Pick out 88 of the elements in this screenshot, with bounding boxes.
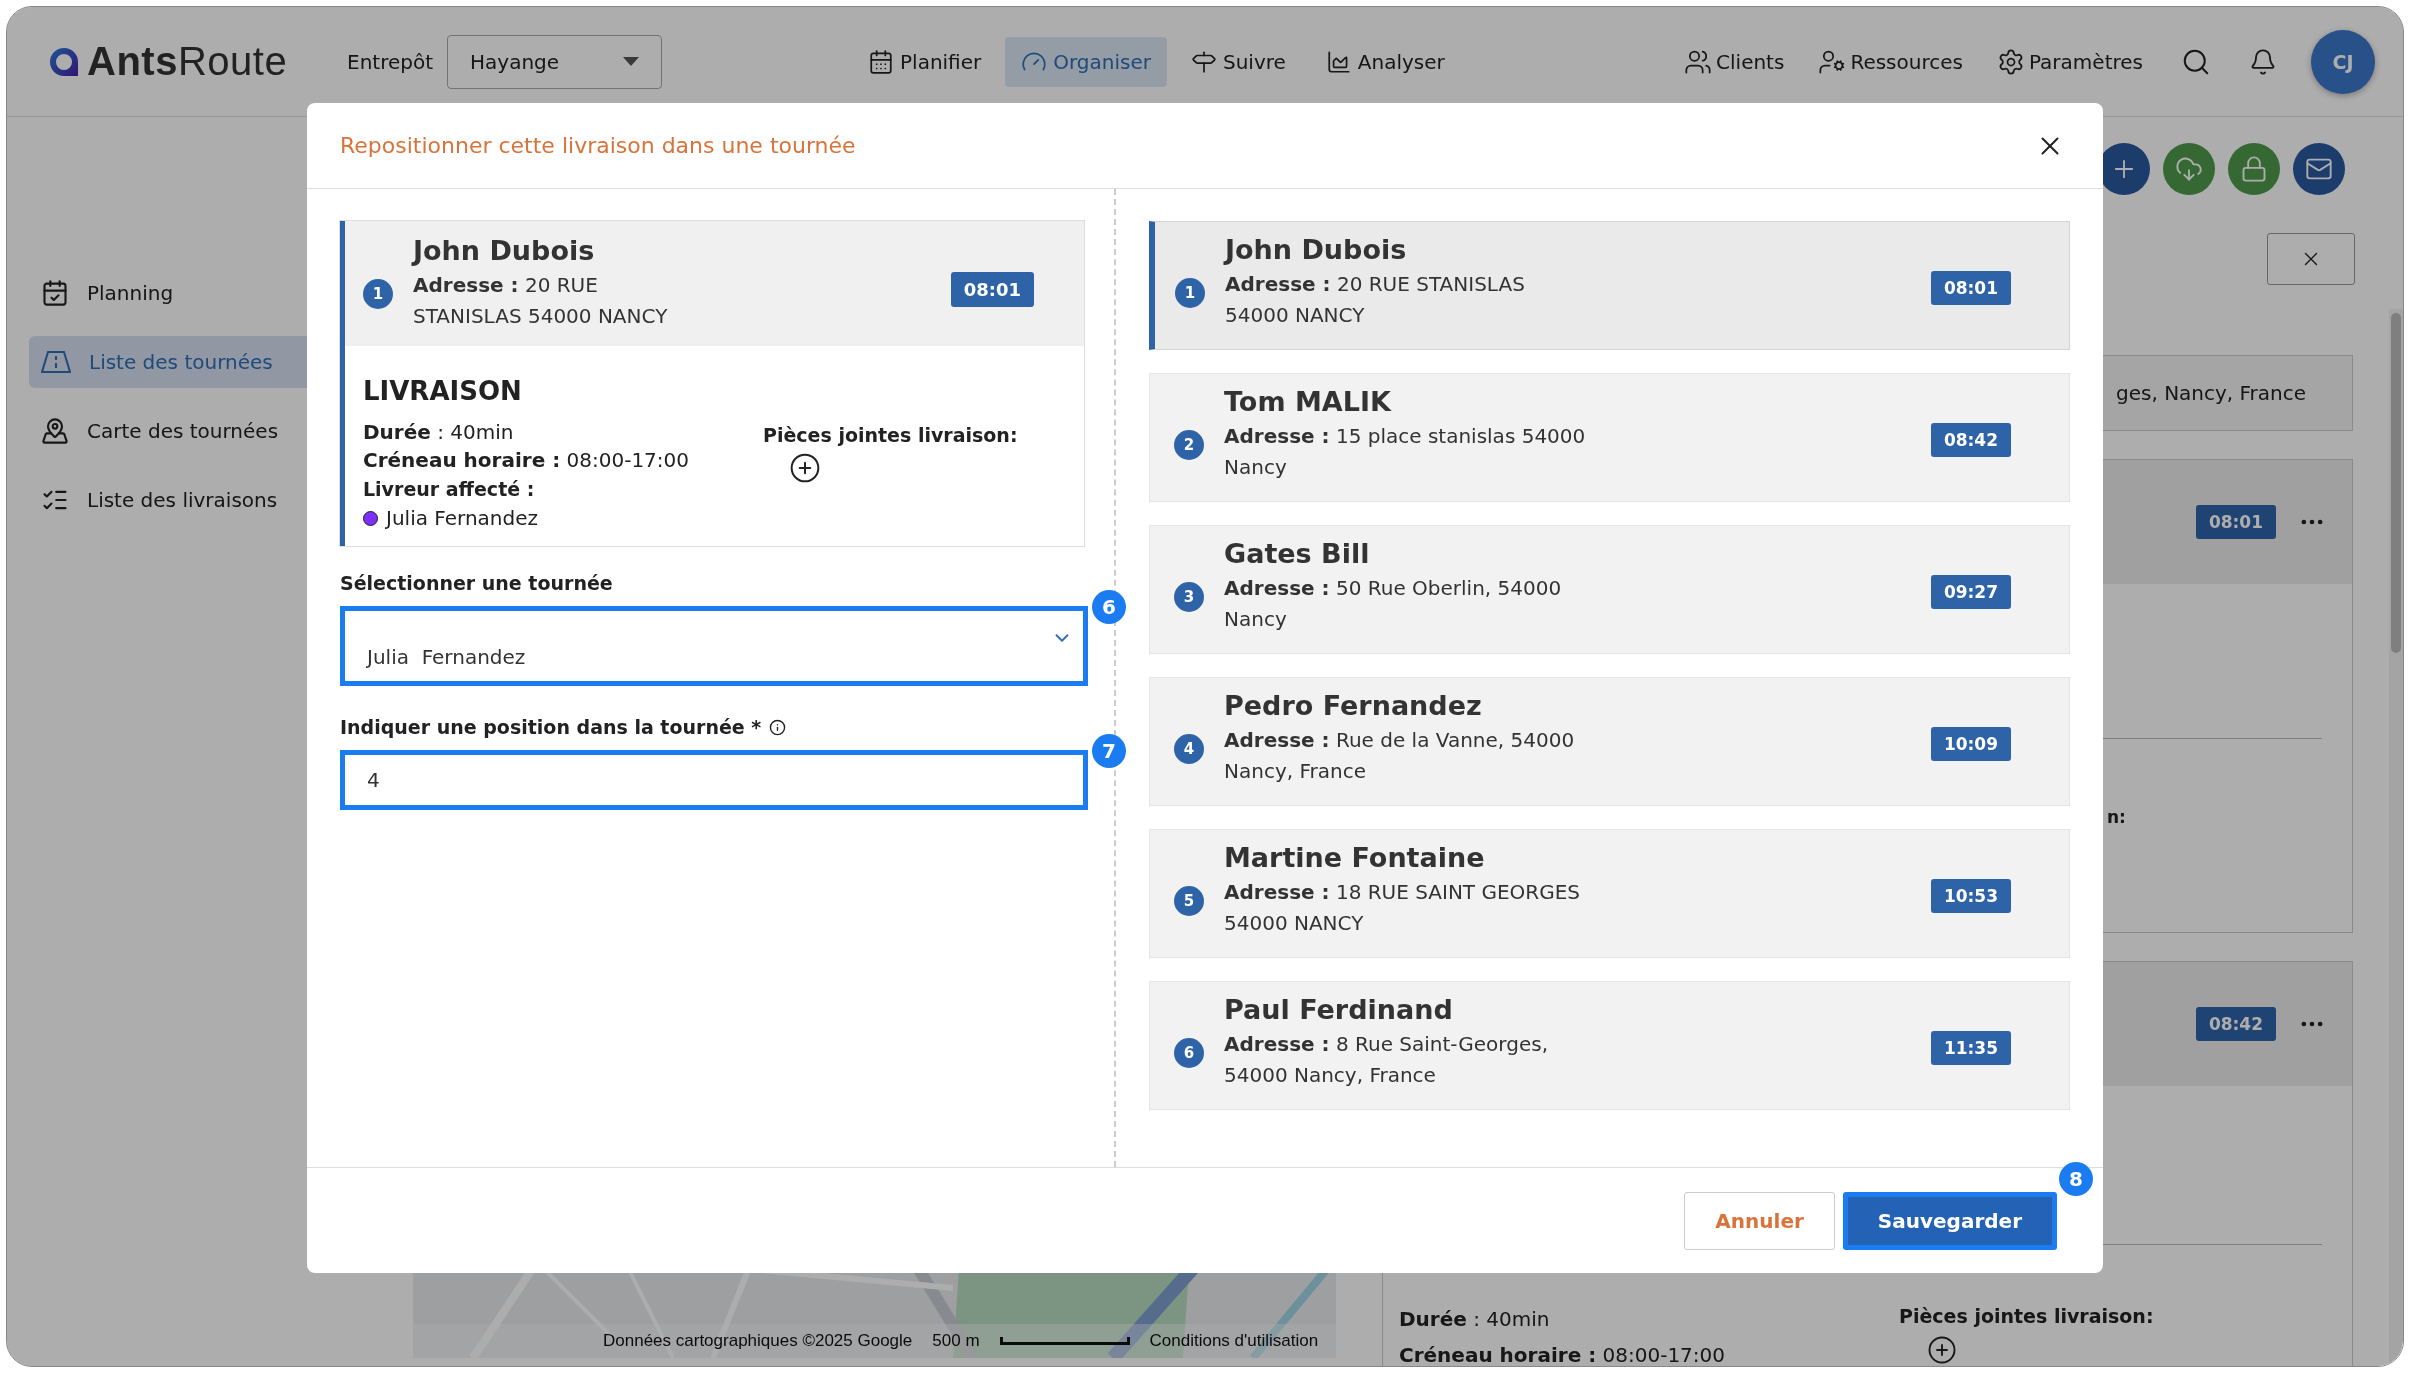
calendar-icon bbox=[868, 48, 894, 75]
stop-number: 1 bbox=[1175, 278, 1205, 308]
label-fragment: n: bbox=[2106, 807, 2127, 827]
time-badge: 08:01 bbox=[2195, 505, 2276, 539]
nav-tab[interactable]: Planifier bbox=[852, 36, 998, 87]
duration-text: Durée : 40min bbox=[1399, 1306, 1551, 1333]
customer-name: Martine Fontaine bbox=[1224, 842, 1486, 873]
stop-card[interactable]: 4 Pedro Fernandez Adresse : Rue de la Vanne, 54000 Nancy, France 10:09 bbox=[1149, 677, 2070, 806]
field-label: Sélectionner une tournée bbox=[340, 572, 614, 594]
address-text: Adresse : 20 RUE STANISLAS 54000 NANCY bbox=[413, 272, 669, 330]
address-text: Adresse : 50 Rue Oberlin, 54000 Nancy bbox=[1224, 575, 1563, 633]
time-badge: 09:27 bbox=[1930, 575, 2011, 609]
attachments-label: Pièces jointes livraison: bbox=[763, 424, 1018, 446]
customer-name: Pedro Fernandez bbox=[1224, 690, 1483, 721]
chart-icon bbox=[1325, 48, 1352, 75]
address-text: Adresse : 18 RUE SAINT GEORGES 54000 NANCY bbox=[1224, 879, 1582, 937]
menu-link[interactable]: Ressources bbox=[1818, 47, 1963, 76]
add-icon[interactable] bbox=[789, 452, 821, 484]
stop-card[interactable]: 3 Gates Bill Adresse : 50 Rue Oberlin, 54000 Nancy 09:27 bbox=[1149, 525, 2070, 654]
time-badge: 08:42 bbox=[1930, 423, 2011, 457]
time-slot-text: Créneau horaire : 08:00-17:00 bbox=[363, 447, 691, 474]
map-attribution: Données cartographiques ©2025 Google bbox=[603, 1331, 913, 1351]
bell-icon[interactable] bbox=[2249, 47, 2277, 76]
time-badge: 08:01 bbox=[950, 272, 1034, 307]
dialog-title: Repositionner cette livraison dans une tournée bbox=[340, 133, 856, 158]
stop-number: 5 bbox=[1174, 886, 1204, 916]
stop-card[interactable]: 2 Tom MALIK Adresse : 15 place stanislas 54000 Nancy 08:42 bbox=[1149, 373, 2070, 502]
nav-tab[interactable]: Suivre bbox=[1175, 36, 1302, 87]
stop-card[interactable]: 5 Martine Fontaine Adresse : 18 RUE SAINT GEORGES 54000 NANCY 10:53 bbox=[1149, 829, 2070, 958]
lock-icon bbox=[2240, 155, 2268, 183]
stop-number: 6 bbox=[1174, 1038, 1204, 1068]
time-badge: 08:42 bbox=[2195, 1007, 2276, 1041]
step-badge: 7 bbox=[1092, 734, 1126, 768]
road-icon bbox=[41, 350, 71, 374]
field-label: Indiquer une position dans la tournée * bbox=[340, 716, 762, 738]
tour-select[interactable]: Julia Fernandez bbox=[340, 606, 1088, 686]
section-title: LIVRAISON bbox=[363, 376, 523, 406]
map-icon bbox=[41, 417, 69, 445]
cloud-icon bbox=[2175, 155, 2203, 183]
lock-button[interactable] bbox=[2228, 143, 2280, 195]
time-badge: 10:53 bbox=[1930, 879, 2011, 913]
mail-button[interactable] bbox=[2293, 143, 2345, 195]
time-badge: 08:01 bbox=[1930, 271, 2011, 305]
driver-name: Julia Fernandez bbox=[363, 504, 763, 532]
address-text: Adresse : 15 place stanislas 54000 Nancy bbox=[1224, 423, 1587, 481]
calendar-icon bbox=[41, 279, 69, 307]
user-avatar[interactable]: CJ bbox=[2311, 29, 2375, 94]
map-scale: 500 m bbox=[932, 1331, 980, 1351]
sidebar-item[interactable]: Carte des tournées bbox=[29, 405, 313, 457]
brand-name: AntsRoute bbox=[87, 39, 288, 84]
address-text: ges, Nancy, France bbox=[2116, 381, 2307, 405]
customer-name: Paul Ferdinand bbox=[1224, 994, 1454, 1025]
stop-number: 3 bbox=[1174, 582, 1204, 612]
step-badge: 8 bbox=[2059, 1161, 2093, 1196]
sidebar-item[interactable]: Liste des livraisons bbox=[29, 474, 313, 526]
time-badge: 11:35 bbox=[1930, 1031, 2011, 1065]
stop-card[interactable]: 6 Paul Ferdinand Adresse : 8 Rue Saint-Georges, 54000 Nancy, France 11:35 bbox=[1149, 981, 2070, 1110]
address-text: Adresse : 8 Rue Saint-Georges, 54000 Nancy, France bbox=[1224, 1031, 1549, 1089]
sidebar-item[interactable]: Planning bbox=[29, 267, 313, 319]
menu-link[interactable]: Clients bbox=[1684, 47, 1785, 76]
attachments-label: Pièces jointes livraison: bbox=[1899, 1305, 2154, 1327]
warehouse-select[interactable]: Hayange bbox=[447, 34, 662, 89]
customer-name: John Dubois bbox=[413, 235, 596, 266]
caret-icon bbox=[623, 57, 639, 66]
terms-link[interactable]: Conditions d'utilisation bbox=[1149, 1331, 1319, 1351]
stop-number: 4 bbox=[1174, 734, 1204, 764]
add-icon[interactable] bbox=[1927, 1335, 1957, 1365]
nav-tab[interactable]: Analyser bbox=[1309, 36, 1461, 87]
menu-link[interactable]: Paramètres bbox=[1996, 47, 2143, 76]
address-text: Adresse : Rue de la Vanne, 54000 Nancy, France bbox=[1224, 727, 1576, 785]
address-text: Adresse : 20 RUE STANISLAS 54000 NANCY bbox=[1225, 271, 1526, 329]
stop-card[interactable]: 1 John Dubois Adresse : 20 RUE STANISLAS 54000 NANCY 08:01 bbox=[1149, 221, 2070, 350]
position-input[interactable]: 4 bbox=[340, 750, 1088, 810]
close-button[interactable] bbox=[2267, 233, 2355, 285]
stop-number: 1 bbox=[363, 279, 393, 309]
time-slot-text: Créneau horaire : 08:00-17:00 bbox=[1399, 1342, 1727, 1366]
customer-name: Gates Bill bbox=[1224, 538, 1371, 569]
info-icon[interactable] bbox=[769, 718, 787, 736]
step-badge: 6 bbox=[1092, 590, 1126, 624]
stop-number: 2 bbox=[1174, 430, 1204, 460]
time-badge: 10:09 bbox=[1930, 727, 2011, 761]
upload-button[interactable] bbox=[2163, 143, 2215, 195]
duration-text: Durée : 40min bbox=[363, 419, 515, 446]
customer-name: Tom MALIK bbox=[1224, 386, 1393, 417]
driver-label: Livreur affecté : bbox=[363, 477, 536, 502]
save-button[interactable]: Sauvegarder bbox=[1842, 1191, 2057, 1250]
customer-name: John Dubois bbox=[1225, 234, 1408, 265]
warehouse-label: Entrepôt bbox=[347, 49, 433, 74]
